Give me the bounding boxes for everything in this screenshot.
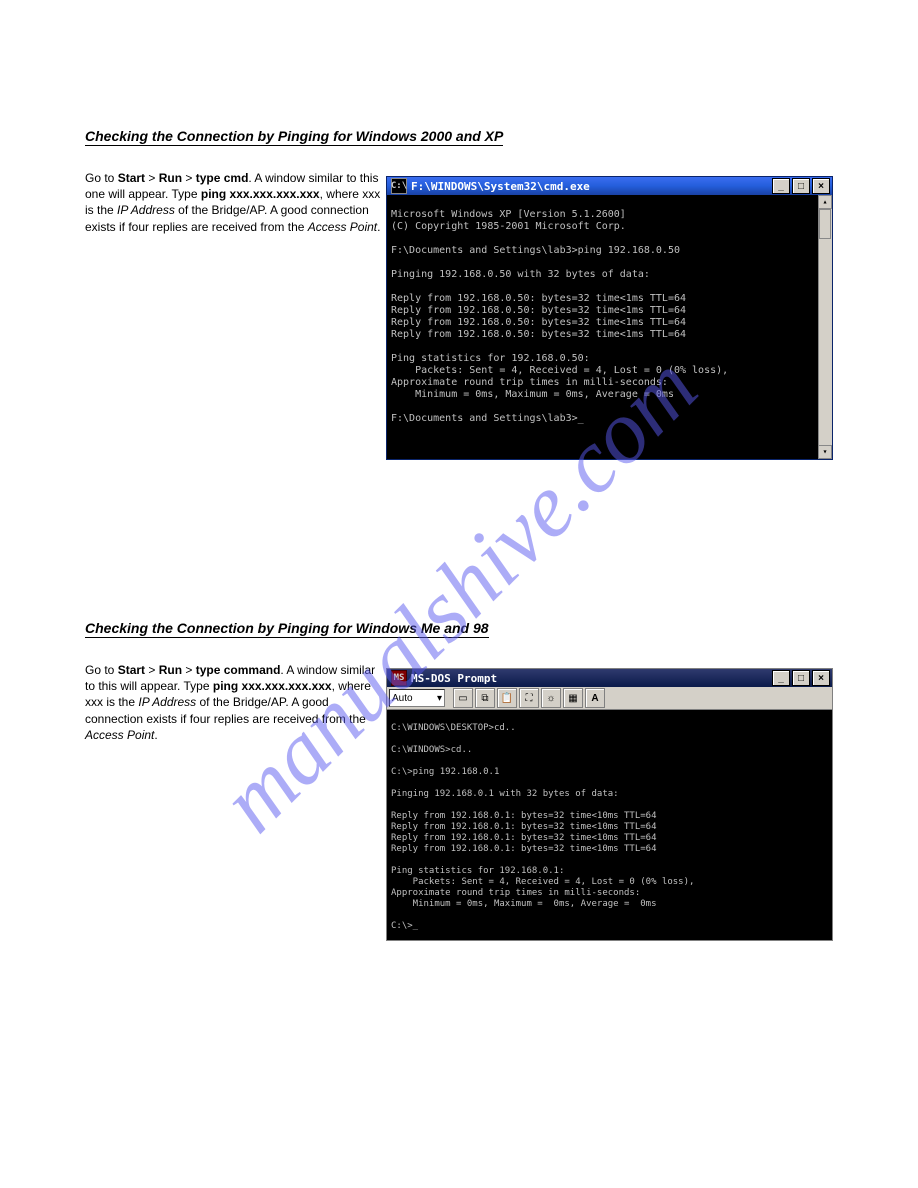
section-title-winme: Checking the Connection by Pinging for W… (85, 620, 489, 638)
scrollbar-thumb[interactable] (819, 209, 831, 239)
maximize-button[interactable]: □ (792, 670, 810, 686)
minimize-button[interactable]: _ (772, 178, 790, 194)
toolbar-btn-fullscreen[interactable]: ⛶ (519, 688, 539, 708)
scrollbar-up-button[interactable]: ▴ (818, 195, 832, 209)
msdos-title-text: MS-DOS Prompt (411, 672, 497, 685)
toolbar-btn-background[interactable]: ▦ (563, 688, 583, 708)
toolbar-btn-mark[interactable]: ▭ (453, 688, 473, 708)
section-2: Checking the Connection by Pinging for W… (85, 620, 835, 638)
close-button[interactable]: × (812, 178, 830, 194)
font-combo[interactable]: Auto (389, 689, 445, 707)
msdos-titlebar[interactable]: MS MS-DOS Prompt _ □ × (387, 669, 832, 687)
msdos-toolbar: Auto ▭ ⧉ 📋 ⛶ ☼ ▦ A (387, 687, 832, 710)
toolbar-btn-copy[interactable]: ⧉ (475, 688, 495, 708)
cmd-titlebar[interactable]: C:\ F:\WINDOWS\System32\cmd.exe _ □ × (387, 177, 832, 195)
section2-p1: Go to Start > Run > type command. A wind… (85, 662, 385, 743)
cmd-window: C:\ F:\WINDOWS\System32\cmd.exe _ □ × Mi… (386, 176, 833, 460)
msdos-window: MS MS-DOS Prompt _ □ × Auto ▭ ⧉ 📋 ⛶ ☼ ▦ … (386, 668, 833, 941)
close-button[interactable]: × (812, 670, 830, 686)
toolbar-btn-font[interactable]: A (585, 688, 605, 708)
minimize-button[interactable]: _ (772, 670, 790, 686)
scrollbar-down-button[interactable]: ▾ (818, 445, 832, 459)
cmd-title-text: F:\WINDOWS\System32\cmd.exe (411, 180, 590, 193)
toolbar-btn-properties[interactable]: ☼ (541, 688, 561, 708)
msdos-icon: MS (391, 670, 407, 686)
toolbar-btn-paste[interactable]: 📋 (497, 688, 517, 708)
cmd-icon: C:\ (391, 178, 407, 194)
page: manualshive.com Checking the Connection … (0, 0, 918, 1188)
section1-p1: Go to Start > Run > type cmd. A window s… (85, 170, 385, 235)
cmd-body: Microsoft Windows XP [Version 5.1.2600] … (387, 195, 832, 459)
msdos-body: C:\WINDOWS\DESKTOP>cd.. C:\WINDOWS>cd.. … (387, 710, 832, 940)
section-title-winxp: Checking the Connection by Pinging for W… (85, 128, 503, 146)
maximize-button[interactable]: □ (792, 178, 810, 194)
section-1: Checking the Connection by Pinging for W… (85, 128, 835, 146)
